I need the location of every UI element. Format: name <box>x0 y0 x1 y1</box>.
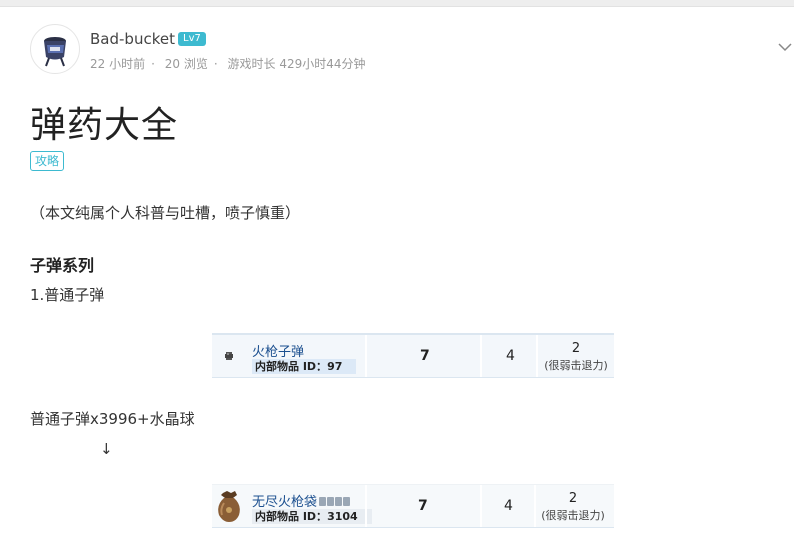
author-name[interactable]: Bad-bucket <box>90 30 175 48</box>
level-badge: Lv7 <box>178 32 206 46</box>
item-id: 内部物品 ID：97 <box>252 359 357 374</box>
item-stats-row: 火枪子弹 内部物品 ID：97 7 4 2 (很弱击退力) <box>212 333 614 378</box>
item-name-link[interactable]: 火枪子弹 <box>252 341 304 360</box>
item-id: 内部物品 ID：3104 <box>252 509 372 524</box>
damage-value: 7 <box>420 348 430 364</box>
post-time: 22 小时前 <box>90 57 146 71</box>
knockback-desc: (很弱击退力) <box>544 359 608 372</box>
cell-divider <box>480 485 482 527</box>
bucket-avatar-icon <box>44 37 66 67</box>
playtime: 游戏时长 429小时44分钟 <box>227 57 366 71</box>
item-heading: 1.普通子弹 <box>30 286 105 304</box>
intro-text: （本文纯属个人科普与吐槽，喷子慎重） <box>30 204 301 222</box>
down-arrow: ↓ <box>100 440 113 458</box>
post-tag[interactable]: 攻略 <box>30 151 65 171</box>
section-heading: 子弹系列 <box>30 256 95 275</box>
post-meta: 22 小时前 · 20 浏览 · 游戏时长 429小时44分钟 <box>90 57 366 71</box>
post-title: 弹药大全 <box>30 105 179 146</box>
recipe-text: 普通子弹x3996+水晶球 <box>30 410 195 428</box>
view-count: 20 浏览 <box>164 57 208 71</box>
top-bar <box>0 0 794 7</box>
velocity-value: 4 <box>504 498 513 514</box>
knockback-desc: (很弱击退力) <box>541 509 605 522</box>
velocity-value: 4 <box>506 348 515 364</box>
cell-divider <box>480 335 482 377</box>
musket-ball-icon <box>225 352 233 360</box>
knockback-value: 2 <box>568 491 578 506</box>
damage-value: 7 <box>418 498 428 514</box>
knockback-value: 2 <box>571 341 581 356</box>
cell-divider <box>365 335 367 377</box>
endless-pouch-icon <box>218 491 240 522</box>
version-badges-icon <box>319 495 351 510</box>
item-name-link: 无尽火枪袋 <box>252 491 351 510</box>
cell-divider <box>365 485 367 527</box>
item-stats-row: 无尽火枪袋 内部物品 ID：3104 7 4 2 (很弱击退力) <box>212 484 614 528</box>
chevron-down-icon[interactable] <box>778 42 792 52</box>
avatar[interactable] <box>30 24 80 74</box>
